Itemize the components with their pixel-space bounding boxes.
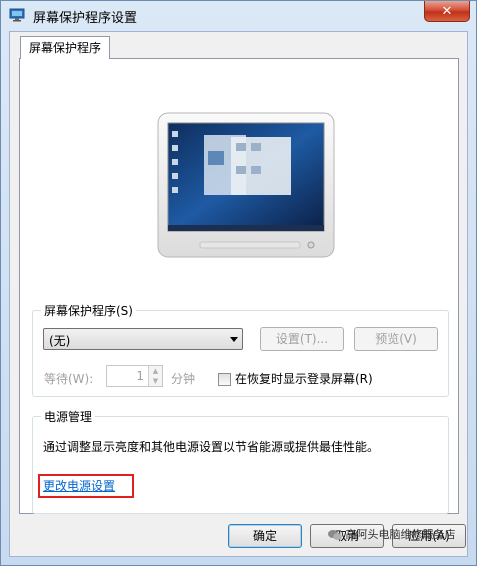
wait-minutes-spinner[interactable]: 1 ▲ ▼	[106, 365, 163, 387]
resume-login-checkbox[interactable]	[218, 373, 231, 386]
settings-button[interactable]: 设置(T)...	[260, 327, 344, 351]
title-bar[interactable]: 屏幕保护程序设置 ✕	[1, 1, 476, 29]
wait-value: 1	[136, 369, 144, 383]
screensaver-group: 屏幕保护程序(S) (无) 设置(T)... 预览(V) 等待(W): 1 ▲ …	[32, 302, 449, 397]
power-group-label: 电源管理	[41, 408, 96, 425]
screensaver-settings-window: 屏幕保护程序设置 ✕ 屏幕保护程序 屏幕保护程序(S) (无) 设置(T)...…	[0, 0, 477, 566]
display-properties-icon	[9, 8, 25, 22]
tab-panel: 屏幕保护程序(S) (无) 设置(T)... 预览(V) 等待(W): 1 ▲ …	[19, 58, 459, 514]
preview-button[interactable]: 预览(V)	[354, 327, 438, 351]
chevron-down-icon	[230, 337, 238, 342]
watermark-text: 高阿头电脑维修服务店	[345, 528, 456, 541]
change-power-settings-link[interactable]: 更改电源设置	[43, 477, 115, 494]
close-icon: ✕	[441, 3, 453, 19]
screensaver-group-label: 屏幕保护程序(S)	[41, 302, 136, 319]
wechat-icon	[328, 530, 342, 540]
monitor-preview	[157, 112, 335, 258]
screensaver-select-value: (无)	[49, 334, 71, 348]
tab-screensaver[interactable]: 屏幕保护程序	[20, 36, 111, 59]
watermark: 高阿头电脑维修服务店	[328, 526, 456, 542]
screensaver-select[interactable]: (无)	[43, 328, 243, 350]
power-description: 通过调整显示亮度和其他电源设置以节省能源或提供最佳性能。	[43, 440, 380, 454]
close-button[interactable]: ✕	[424, 1, 470, 22]
dialog-client-area: 屏幕保护程序 屏幕保护程序(S) (无) 设置(T)... 预览(V) 等待(W…	[9, 31, 468, 557]
spin-down-icon[interactable]: ▼	[148, 376, 162, 386]
window-title: 屏幕保护程序设置	[33, 11, 138, 26]
ok-button[interactable]: 确定	[228, 524, 302, 548]
power-group: 电源管理 通过调整显示亮度和其他电源设置以节省能源或提供最佳性能。 更改电源设置	[32, 408, 449, 514]
wait-label: 等待(W):	[44, 372, 94, 386]
spin-up-icon[interactable]: ▲	[148, 366, 162, 376]
minutes-label: 分钟	[171, 372, 196, 386]
resume-login-label[interactable]: 在恢复时显示登录屏幕(R)	[235, 370, 373, 387]
